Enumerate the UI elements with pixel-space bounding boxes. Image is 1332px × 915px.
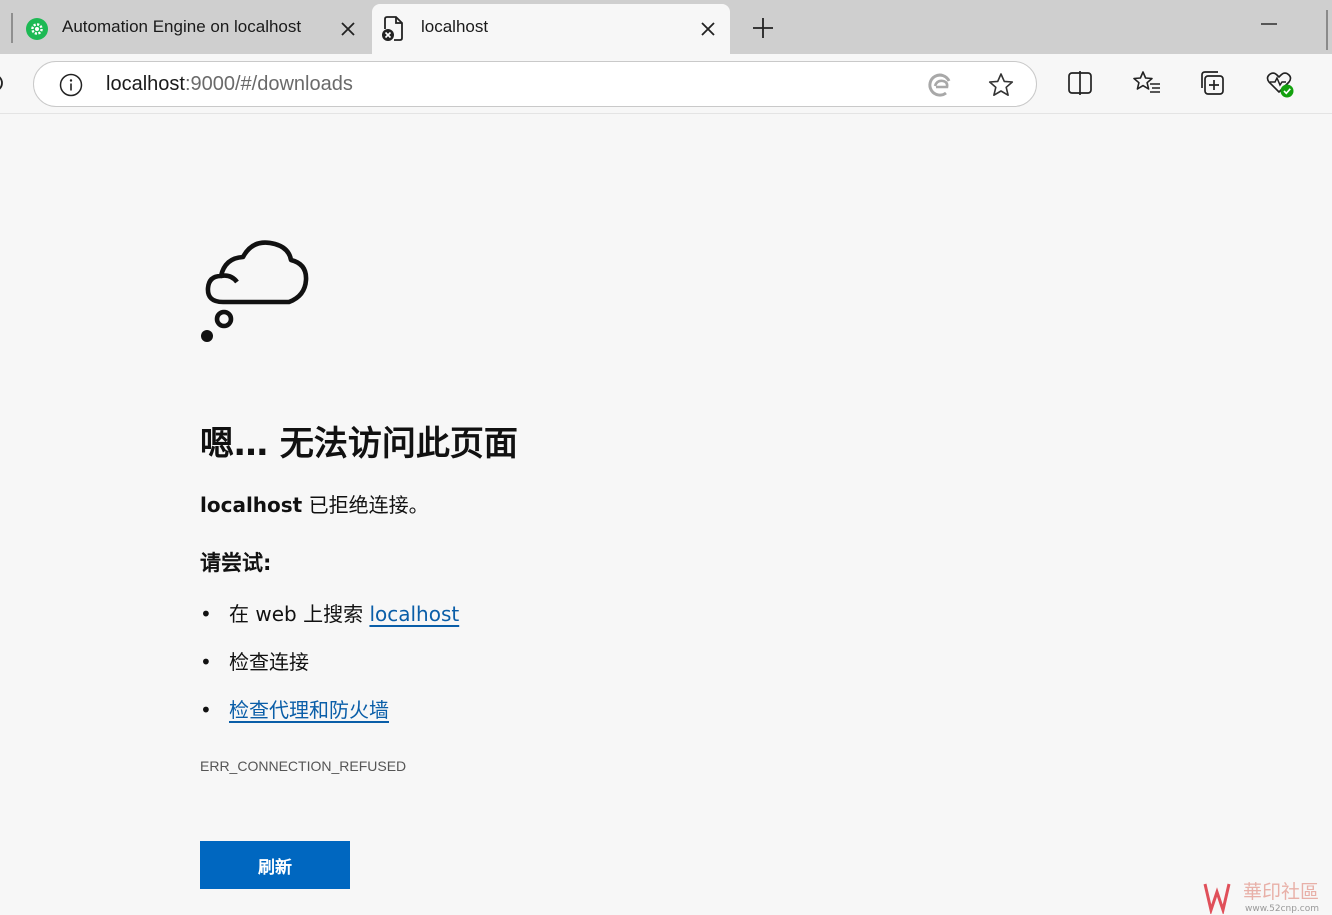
tab-strip-edge — [11, 13, 13, 43]
svg-text:華印社區: 華印社區 — [1243, 881, 1319, 903]
info-icon[interactable] — [59, 73, 83, 97]
collections-icon[interactable] — [1198, 68, 1228, 98]
refresh-button[interactable]: 刷新 — [200, 841, 350, 889]
refresh-icon[interactable] — [0, 72, 6, 94]
edge-logo-icon[interactable] — [927, 72, 953, 98]
refused-text: 已拒绝连接。 — [302, 493, 429, 517]
favorite-star-icon[interactable] — [987, 72, 1015, 98]
new-tab-plus-icon[interactable] — [748, 13, 778, 43]
bullet: • — [200, 650, 212, 674]
refused-host: localhost — [200, 493, 303, 517]
svg-text:www.52cnp.com: www.52cnp.com — [1245, 904, 1319, 914]
error-description: localhost 已拒绝连接。 — [200, 489, 429, 518]
suggestion-text: 在 web 上搜索 — [229, 602, 370, 626]
split-screen-icon[interactable] — [1065, 68, 1095, 98]
tab-title: Automation Engine on localhost — [62, 17, 302, 36]
suggestion-search-web: • 在 web 上搜索 localhost — [200, 598, 459, 627]
watermark-logo: 華印社區 www.52cnp.com — [1203, 881, 1319, 914]
gear-icon — [26, 18, 48, 40]
window-edge — [1326, 10, 1328, 50]
url-host: localhost — [106, 73, 185, 95]
error-code: ERR_CONNECTION_REFUSED — [200, 758, 407, 774]
close-icon[interactable] — [698, 19, 718, 39]
tab-strip: Automation Engine on localhost localhost — [0, 0, 1332, 54]
try-label: 请尝试: — [200, 551, 272, 575]
browser-toolbar: localhost:9000/#/downloads — [0, 54, 1332, 114]
search-localhost-link[interactable]: localhost — [369, 602, 459, 626]
url-path: :9000/#/downloads — [184, 73, 353, 95]
tab-localhost[interactable]: localhost — [372, 4, 730, 54]
browser-essentials-icon[interactable] — [1264, 68, 1294, 98]
thought-cloud-icon — [201, 240, 309, 342]
minimize-icon[interactable] — [1258, 14, 1280, 34]
tab-automation-engine[interactable]: Automation Engine on localhost — [16, 4, 370, 54]
page-error-icon — [382, 16, 403, 41]
favorites-icon[interactable] — [1132, 68, 1162, 98]
suggestion-check-proxy: • 检查代理和防火墙 — [200, 694, 389, 723]
address-bar[interactable]: localhost:9000/#/downloads — [33, 61, 1037, 107]
url-text[interactable]: localhost:9000/#/downloads — [106, 73, 353, 96]
check-proxy-firewall-link[interactable]: 检查代理和防火墙 — [229, 698, 389, 722]
page-headline: 嗯… 无法访问此页面 — [200, 424, 518, 464]
suggestion-text: 检查连接 — [229, 650, 309, 674]
bullet: • — [200, 602, 212, 626]
tab-title: localhost — [421, 17, 489, 36]
close-icon[interactable] — [338, 19, 358, 39]
suggestion-check-connection: • 检查连接 — [200, 646, 309, 675]
bullet: • — [200, 698, 212, 722]
